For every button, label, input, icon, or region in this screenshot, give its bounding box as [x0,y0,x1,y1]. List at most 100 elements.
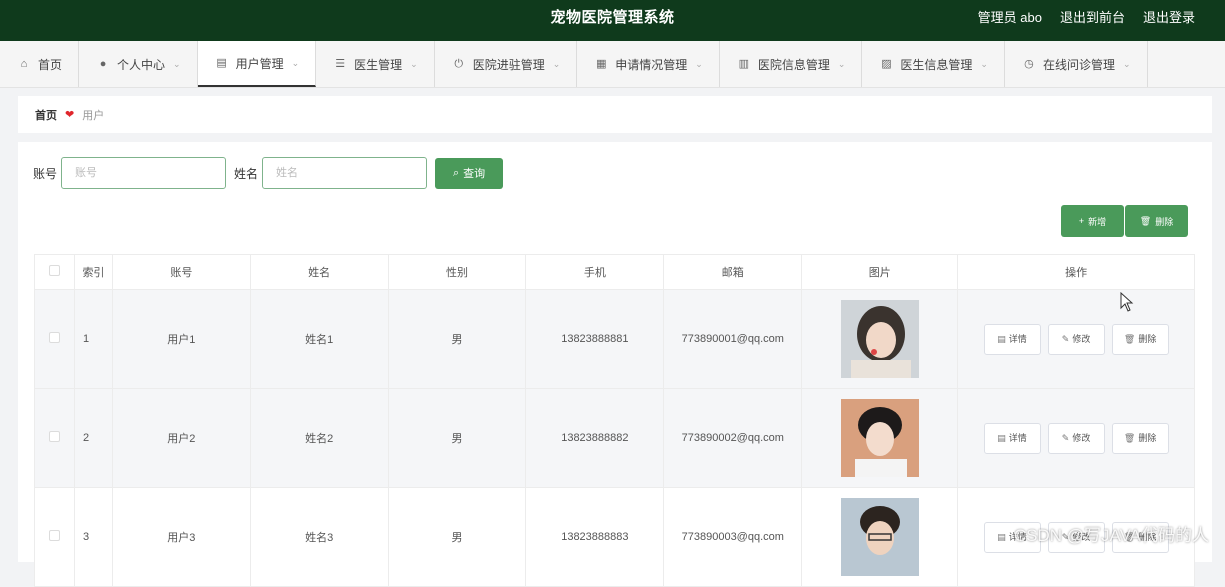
top-header: 宠物医院管理系统 管理员 abo 退出到前台 退出登录 [0,0,1225,41]
cell-actions: ▤详情 ✎修改 🗑删除 [958,389,1195,488]
cell-phone: 13823888881 [526,290,664,389]
list-icon: ☰ [334,58,346,70]
add-button[interactable]: + 新增 [1061,205,1124,237]
col-account: 账号 [112,255,250,290]
row-checkbox[interactable] [49,530,60,541]
name-input[interactable] [262,157,427,189]
cell-email: 773890003@qq.com [664,488,802,587]
select-all-checkbox[interactable] [49,265,60,276]
nav-label: 医生管理 [354,56,402,73]
edit-button[interactable]: ✎修改 [1048,324,1105,355]
account-label: 账号 [33,165,57,182]
nav-label: 医生信息管理 [900,56,972,73]
chevron-down-icon: ⌄ [292,58,300,69]
cell-account: 用户2 [112,389,250,488]
chevron-down-icon: ⌄ [838,59,846,70]
nav-label: 用户管理 [236,55,284,72]
account-input[interactable] [61,157,226,189]
breadcrumb-current: 用户 [82,107,104,123]
nav-item-online-consult[interactable]: ◷ 在线问诊管理 ⌄ [1005,41,1148,87]
clipboard-icon: ▤ [216,57,228,69]
document-icon: ▤ [997,532,1006,542]
delete-button[interactable]: 🗑删除 [1112,324,1169,355]
pencil-icon: ✎ [1062,334,1070,344]
chevron-down-icon: ⌄ [410,59,418,70]
document-icon: ▤ [997,334,1006,344]
detail-label: 详情 [1009,433,1027,443]
nav-item-hospital-entry[interactable]: ⏻ 医院进驻管理 ⌄ [435,41,578,87]
col-gender: 性别 [388,255,526,290]
nav-item-doctor-info[interactable]: ▨ 医生信息管理 ⌄ [862,41,1005,87]
document-icon: ▤ [997,433,1006,443]
nav-item-personal-center[interactable]: ● 个人中心 ⌄ [79,41,198,87]
grid-icon: ▦ [595,58,607,70]
delete-label: 删除 [1138,433,1156,443]
nav-label: 医院信息管理 [758,56,830,73]
nav-label: 首页 [38,56,62,73]
edit-label: 修改 [1072,433,1090,443]
search-icon: ⌕ [453,167,459,180]
select-all-cell[interactable] [35,255,75,290]
row-select-cell[interactable] [35,389,75,488]
table-header-row: 索引 账号 姓名 性别 手机 邮箱 图片 操作 [35,255,1195,290]
breadcrumb: 首页 ❤ 用户 [18,96,1212,133]
nav-item-home[interactable]: ⌂ 首页 [0,41,79,87]
detail-label: 详情 [1009,334,1027,344]
row-checkbox[interactable] [49,431,60,442]
mouse-cursor-icon [1120,292,1134,312]
edit-button[interactable]: ✎修改 [1048,423,1105,454]
cell-index: 3 [74,488,112,587]
nav-label: 在线问诊管理 [1043,56,1115,73]
chevron-down-icon: ⌄ [1123,59,1131,70]
row-select-cell[interactable] [35,488,75,587]
detail-button[interactable]: ▤详情 [984,423,1041,454]
row-checkbox[interactable] [49,332,60,343]
cell-phone: 13823888882 [526,389,664,488]
nav-item-user-management[interactable]: ▤ 用户管理 ⌄ [198,41,317,87]
cell-image [802,488,958,587]
user-photo [841,300,919,378]
trash-icon: 🗑 [1140,216,1151,227]
batch-delete-button[interactable]: 🗑 删除 [1125,205,1188,237]
chevron-down-icon: ⌄ [695,59,703,70]
col-phone: 手机 [526,255,664,290]
chart-icon: ▨ [880,58,892,70]
watermark: CSDN @写JAVA代码的人 [1014,521,1209,546]
user-photo [841,399,919,477]
nav-item-application[interactable]: ▦ 申请情况管理 ⌄ [577,41,720,87]
nav-item-hospital-info[interactable]: ▥ 医院信息管理 ⌄ [720,41,863,87]
col-name: 姓名 [250,255,388,290]
nav-item-doctor-management[interactable]: ☰ 医生管理 ⌄ [316,41,435,87]
cell-account: 用户1 [112,290,250,389]
col-actions: 操作 [958,255,1195,290]
cell-gender: 男 [388,389,526,488]
cell-email: 773890002@qq.com [664,389,802,488]
cell-name: 姓名3 [250,488,388,587]
cell-index: 1 [74,290,112,389]
cell-account: 用户3 [112,488,250,587]
breadcrumb-home[interactable]: 首页 [35,107,57,123]
delete-button[interactable]: 🗑删除 [1112,423,1169,454]
query-button[interactable]: ⌕ 查询 [435,158,503,189]
edit-label: 修改 [1072,334,1090,344]
logout-link[interactable]: 退出登录 [1143,0,1195,36]
home-icon: ⌂ [18,58,30,70]
content-panel: 账号 姓名 ⌕ 查询 + 新增 🗑 删除 索引 账号 姓名 性别 手机 [18,142,1212,562]
heart-icon: ❤ [65,108,74,121]
chevron-down-icon: ⌄ [173,59,181,70]
power-icon: ⏻ [453,58,465,70]
row-select-cell[interactable] [35,290,75,389]
detail-button[interactable]: ▤详情 [984,324,1041,355]
back-to-front-link[interactable]: 退出到前台 [1060,0,1125,36]
cell-index: 2 [74,389,112,488]
cell-gender: 男 [388,290,526,389]
table-icon: ▥ [738,58,750,70]
trash-icon: 🗑 [1124,433,1135,443]
top-nav: ⌂ 首页 ● 个人中心 ⌄ ▤ 用户管理 ⌄ ☰ 医生管理 ⌄ ⏻ 医院进驻管理… [0,41,1225,88]
cell-image [802,389,958,488]
col-index: 索引 [74,255,112,290]
table-row: 2 用户2 姓名2 男 13823888882 773890002@qq.com [35,389,1195,488]
action-buttons: + 新增 🗑 删除 [1060,205,1188,237]
query-label: 查询 [463,165,485,181]
plus-icon: + [1079,216,1084,226]
